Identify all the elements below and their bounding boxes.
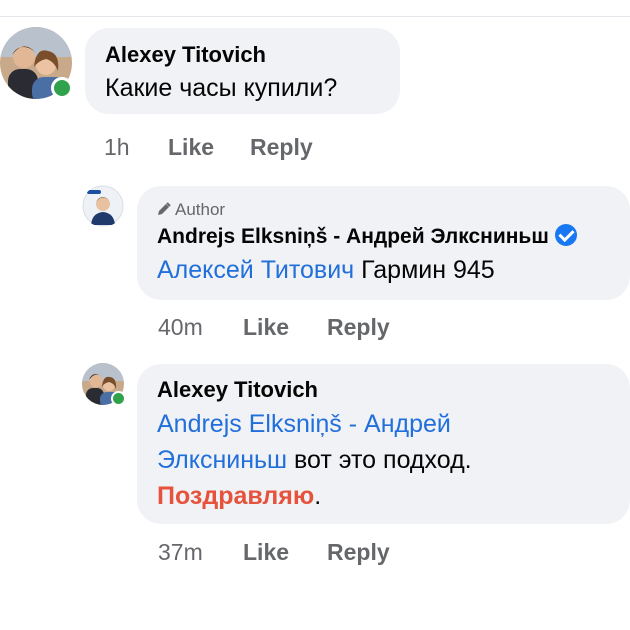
comment-timestamp[interactable]: 37m xyxy=(158,539,203,566)
avatar-andrejs[interactable] xyxy=(82,185,124,227)
like-button[interactable]: Like xyxy=(243,314,289,341)
comment-bubble[interactable]: Alexey Titovich Какие часы купили? xyxy=(85,28,400,114)
avatar-alexey[interactable] xyxy=(0,27,73,99)
reply-button[interactable]: Reply xyxy=(327,314,390,341)
like-button[interactable]: Like xyxy=(168,134,214,161)
verified-badge-icon xyxy=(554,224,577,246)
trailing-punctuation: . xyxy=(314,482,322,510)
avatar-alexey-small[interactable] xyxy=(82,363,126,406)
reply-bubble[interactable]: Alexey Titovich Andrejs Elksniņš - Андре… xyxy=(137,364,630,524)
comment-text: Гармин 945 xyxy=(354,256,495,284)
online-status-icon xyxy=(111,391,126,406)
online-status-icon xyxy=(51,77,73,99)
reply-bubble[interactable]: Author Andrejs Elksniņš - Андрей Элкснин… xyxy=(137,186,630,300)
pencil-icon xyxy=(157,198,175,222)
comment-timestamp[interactable]: 1h xyxy=(104,134,130,161)
comment-author-name[interactable]: Andrejs Elksniņš - Андрей Элксниньш xyxy=(157,225,549,248)
mention-link-continued[interactable]: Элксниньш xyxy=(157,446,287,474)
comment-timestamp[interactable]: 40m xyxy=(158,314,203,341)
comment-author-name[interactable]: Alexey Titovich xyxy=(105,42,400,68)
highlighted-word: Поздравляю xyxy=(157,482,315,510)
reply-text: Andrejs Elksniņš - Андрей Элксниньш вот … xyxy=(157,406,630,514)
author-badge: Author xyxy=(157,198,630,222)
reply-author-row: Andrejs Elksniņš - Андрей Элксниньш xyxy=(157,222,630,252)
author-badge-label: Author xyxy=(175,200,226,219)
reply-button[interactable]: Reply xyxy=(250,134,313,161)
mention-link[interactable]: Алексей Титович xyxy=(157,256,354,284)
reply-text: Алексей Титович Гармин 945 xyxy=(157,253,630,287)
top-divider xyxy=(0,16,630,17)
like-button[interactable]: Like xyxy=(243,539,289,566)
comment-text: Какие часы купили? xyxy=(105,74,338,102)
mention-link[interactable]: Andrejs Elksniņš - Андрей xyxy=(157,410,451,438)
comment-text: вот это подход. xyxy=(287,446,472,474)
reply-button[interactable]: Reply xyxy=(327,539,390,566)
comment-author-name[interactable]: Alexey Titovich xyxy=(157,376,630,404)
